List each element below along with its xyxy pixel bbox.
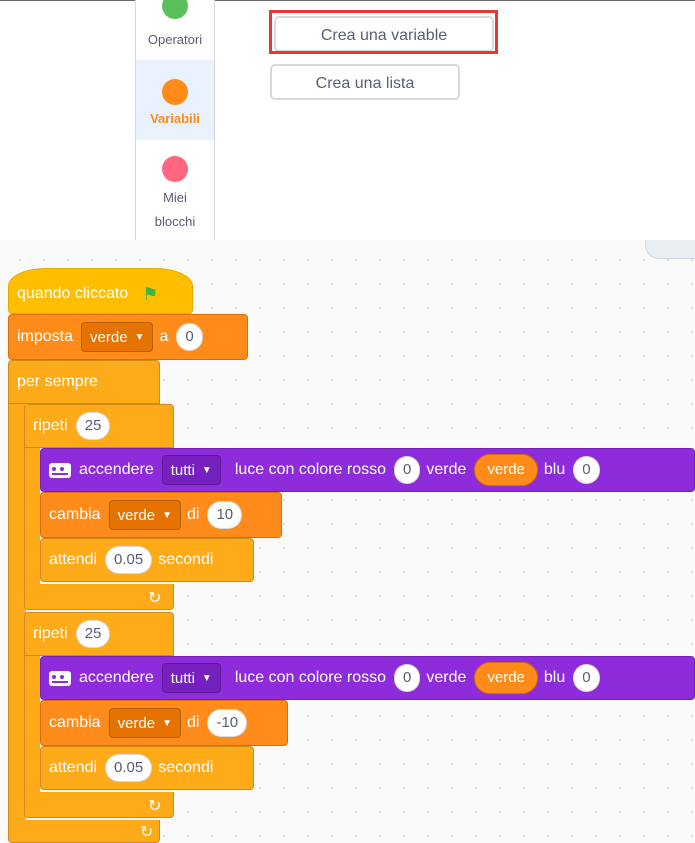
change-variable-block[interactable]: cambia verde ▼ di 10 bbox=[40, 492, 282, 538]
turn-on-light-block[interactable]: accendere tutti ▼ luce con colore rosso 0… bbox=[40, 656, 695, 700]
wait-block[interactable]: attendi 0.05 secondi bbox=[40, 538, 254, 582]
hat-label: quando cliccato bbox=[17, 285, 129, 302]
repeat-body bbox=[24, 448, 40, 588]
category-menu: Operatori Variabili Miei blocchi bbox=[135, 0, 215, 240]
forever-foot bbox=[8, 820, 160, 843]
robot-extension-icon bbox=[49, 462, 71, 478]
forever-label: per sempre bbox=[17, 373, 98, 390]
top-divider bbox=[0, 0, 695, 1]
repeat-loop-arrow-icon: ↻ bbox=[148, 590, 162, 607]
repeat-count-input[interactable]: 25 bbox=[75, 620, 111, 648]
turn-on-light-block[interactable]: accendere tutti ▼ luce con colore rosso 0… bbox=[40, 448, 695, 492]
change-value-input[interactable]: 10 bbox=[207, 501, 243, 529]
category-label: Operatori bbox=[147, 32, 203, 47]
green-label: verde bbox=[426, 669, 467, 686]
dropdown-value: tutti bbox=[170, 461, 195, 479]
set-variable-block[interactable]: imposta verde ▼ a 0 bbox=[8, 314, 248, 360]
set-to-label: a bbox=[159, 328, 169, 345]
chevron-down-icon: ▼ bbox=[162, 509, 173, 521]
chevron-down-icon: ▼ bbox=[134, 331, 145, 343]
blue-label: blu bbox=[543, 669, 566, 686]
dropdown-value: verde bbox=[117, 714, 156, 732]
repeat-block[interactable]: ripeti 25 bbox=[24, 404, 174, 448]
my-blocks-dot-icon bbox=[162, 156, 188, 182]
change-variable-dropdown[interactable]: verde ▼ bbox=[108, 500, 182, 530]
change-by-label: di bbox=[187, 506, 200, 523]
wait-label: attendi bbox=[49, 551, 98, 568]
chevron-down-icon: ▼ bbox=[162, 717, 173, 729]
block-palette: Operatori Variabili Miei blocchi Crea un… bbox=[0, 0, 695, 240]
change-variable-block[interactable]: cambia verde ▼ di -10 bbox=[40, 700, 288, 746]
when-flag-clicked-block[interactable]: quando cliccato ⚑ bbox=[8, 268, 193, 314]
set-value-input[interactable]: 0 bbox=[176, 323, 203, 351]
repeat-body bbox=[24, 656, 40, 796]
change-value-input[interactable]: -10 bbox=[207, 709, 248, 737]
change-by-label: di bbox=[187, 714, 200, 731]
category-label: Variabili bbox=[150, 111, 200, 126]
wait-block[interactable]: attendi 0.05 secondi bbox=[40, 746, 254, 790]
change-label: cambia bbox=[49, 506, 101, 523]
forever-loop-arrow-icon: ↻ bbox=[140, 824, 154, 841]
repeat-block[interactable]: ripeti 25 bbox=[24, 612, 174, 656]
repeat-label: ripeti bbox=[33, 625, 68, 642]
light-text: luce con colore rosso bbox=[234, 669, 386, 686]
chevron-down-icon: ▼ bbox=[201, 672, 212, 684]
green-variable-reporter[interactable]: verde bbox=[474, 454, 538, 486]
dropdown-value: tutti bbox=[170, 669, 195, 687]
set-variable-dropdown[interactable]: verde ▼ bbox=[81, 322, 154, 352]
light-text: luce con colore rosso bbox=[234, 461, 386, 478]
blue-value-input[interactable]: 0 bbox=[573, 664, 600, 692]
repeat-loop-arrow-icon: ↻ bbox=[148, 798, 162, 815]
dropdown-value: verde bbox=[90, 328, 128, 346]
category-label-line1: Miei bbox=[163, 190, 187, 205]
blue-label: blu bbox=[543, 461, 566, 478]
highlight-box bbox=[269, 10, 498, 54]
wait-unit-label: secondi bbox=[158, 759, 214, 776]
blue-value-input[interactable]: 0 bbox=[573, 456, 600, 484]
red-value-input[interactable]: 0 bbox=[394, 456, 421, 484]
light-action-label: accendere bbox=[79, 461, 154, 478]
set-label: imposta bbox=[17, 328, 74, 345]
green-label: verde bbox=[426, 461, 467, 478]
green-flag-icon: ⚑ bbox=[142, 283, 159, 304]
operators-dot-icon bbox=[162, 0, 188, 19]
change-label: cambia bbox=[49, 714, 101, 731]
dropdown-value: verde bbox=[117, 506, 156, 524]
category-label-line2: blocchi bbox=[154, 214, 196, 229]
green-variable-reporter[interactable]: verde bbox=[474, 662, 538, 694]
change-variable-dropdown[interactable]: verde ▼ bbox=[108, 708, 182, 738]
wait-value-input[interactable]: 0.05 bbox=[105, 754, 153, 782]
light-action-label: accendere bbox=[79, 669, 154, 686]
repeat-count-input[interactable]: 25 bbox=[75, 412, 111, 440]
chevron-down-icon: ▼ bbox=[201, 464, 212, 476]
light-target-dropdown[interactable]: tutti ▼ bbox=[161, 663, 221, 693]
robot-extension-icon bbox=[49, 670, 71, 686]
wait-value-input[interactable]: 0.05 bbox=[105, 546, 153, 574]
red-value-input[interactable]: 0 bbox=[394, 664, 421, 692]
category-variables[interactable]: Variabili bbox=[136, 60, 214, 140]
wait-unit-label: secondi bbox=[158, 551, 214, 568]
workspace-corner bbox=[645, 240, 695, 259]
make-list-button[interactable]: Crea una lista bbox=[270, 64, 460, 100]
repeat-label: ripeti bbox=[33, 417, 68, 434]
wait-label: attendi bbox=[49, 759, 98, 776]
variables-dot-icon bbox=[162, 79, 188, 105]
forever-block[interactable]: per sempre bbox=[8, 360, 160, 404]
light-target-dropdown[interactable]: tutti ▼ bbox=[161, 455, 221, 485]
